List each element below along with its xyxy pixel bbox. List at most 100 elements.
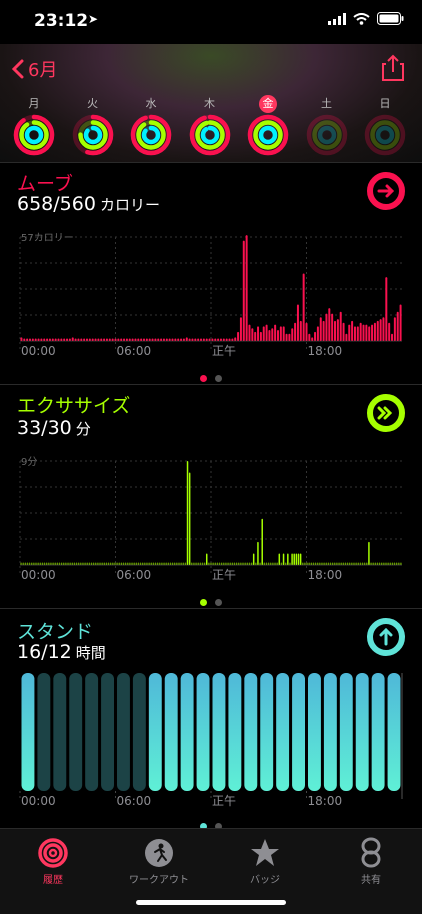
chart-bar (282, 553, 285, 565)
chart-bar (288, 333, 291, 341)
chart-bar (160, 338, 163, 341)
chart-bar (251, 328, 254, 341)
chart-bar (43, 562, 46, 565)
move-section: ムーブ 658/560 カロリー 57カロリー 00:00 06:00 正午 18:00 (0, 162, 422, 385)
chart-bar (163, 562, 165, 565)
chart-bar (197, 338, 200, 341)
day-2[interactable]: 水 (128, 92, 174, 156)
chart-bar (291, 328, 294, 341)
day-3[interactable]: 木 (187, 92, 233, 156)
chart-bar (129, 562, 131, 565)
page-dot (215, 375, 222, 382)
sharing-icon (318, 835, 422, 871)
chart-bar (148, 338, 151, 341)
chart-bar (368, 326, 371, 341)
x-tick-label: 18:00 (308, 568, 343, 582)
day-5[interactable]: 土 (304, 92, 350, 156)
chart-bar (254, 331, 257, 341)
chart-bar (345, 333, 348, 341)
x-tick-label: 00:00 (21, 794, 56, 808)
chart-bar (97, 562, 99, 565)
chart-bar (382, 317, 385, 341)
chart-bar (302, 273, 305, 341)
chart-bar (116, 562, 118, 565)
day-4[interactable]: 金 (245, 92, 291, 156)
chart-bar (201, 562, 204, 565)
chart-bar (219, 338, 222, 341)
chart-bar (235, 562, 238, 565)
chart-bar (111, 338, 114, 341)
chart-bar (257, 326, 260, 341)
chart-bar (265, 324, 268, 341)
chart-bar (31, 338, 34, 341)
y-max-label: 57カロリー (21, 232, 74, 244)
chart-bar (34, 338, 37, 341)
stand-hour-missed (53, 673, 67, 791)
chart-bar (40, 338, 43, 341)
chart-bar (242, 562, 244, 565)
chart-bar (279, 326, 282, 341)
chart-bar (77, 562, 80, 565)
chart-bar (234, 337, 237, 341)
stand-hour-achieved (387, 673, 401, 791)
stand-ring-badge[interactable] (366, 617, 406, 661)
chart-bar (180, 562, 182, 565)
day-6[interactable]: 日 (362, 92, 408, 156)
chart-bar (135, 562, 138, 565)
chart-bar (348, 562, 351, 565)
exercise-ring-badge[interactable] (366, 393, 406, 437)
chart-bar (109, 562, 112, 565)
chart-bar (137, 562, 140, 565)
day-1[interactable]: 火 (70, 92, 116, 156)
chart-bar (107, 562, 110, 565)
back-button[interactable]: 6月 (12, 56, 57, 82)
chart-bar (311, 337, 314, 341)
tab-sharing[interactable]: 共有 (318, 835, 422, 886)
tab-star-badge[interactable]: バッジ (212, 835, 318, 886)
share-button[interactable] (382, 54, 404, 86)
chart-bar (52, 562, 54, 565)
chart-bar (43, 338, 46, 341)
chart-bar (74, 338, 77, 341)
chart-bar (191, 338, 194, 341)
chart-bar (140, 338, 143, 341)
chart-bar (325, 562, 327, 565)
chart-bar (216, 562, 219, 565)
chart-bar (346, 562, 349, 565)
chart-bar (237, 562, 240, 565)
chart-bar (200, 338, 203, 341)
chart-bar (58, 562, 61, 565)
tab-runner[interactable]: ワークアウト (106, 835, 212, 886)
chart-bar (399, 304, 402, 341)
chart-bar (385, 277, 388, 341)
chart-bar (385, 562, 387, 565)
ring-arc (83, 125, 102, 145)
chart-bar (103, 338, 106, 341)
x-tick-label: 00:00 (21, 344, 56, 358)
stand-hour-achieved (164, 673, 178, 791)
stand-hour-missed (69, 673, 83, 791)
chart-bar (389, 562, 392, 565)
chart-bar (263, 562, 266, 565)
chart-bar (325, 313, 328, 341)
chart-bar (248, 562, 251, 565)
stand-hour-achieved (371, 673, 385, 791)
chart-bar (339, 311, 342, 341)
tab-activity-rings[interactable]: 履歴 (0, 835, 106, 886)
activity-rings-icon (130, 114, 172, 156)
chart-bar (162, 338, 165, 341)
chart-bar (393, 562, 396, 565)
x-tick-label: 18:00 (308, 794, 343, 808)
day-0[interactable]: 月 (11, 92, 57, 156)
x-tick-label: 正午 (212, 794, 236, 808)
stand-hour-missed (117, 673, 130, 791)
chart-bar (233, 562, 236, 565)
move-arrow-icon (367, 172, 405, 210)
x-tick-label: 00:00 (21, 568, 56, 582)
chart-bar (128, 338, 131, 341)
chart-bar (365, 324, 368, 341)
chart-bar (285, 333, 288, 341)
chart-bar (294, 322, 297, 341)
x-tick-label: 06:00 (117, 344, 152, 358)
move-ring-badge[interactable] (366, 171, 406, 215)
